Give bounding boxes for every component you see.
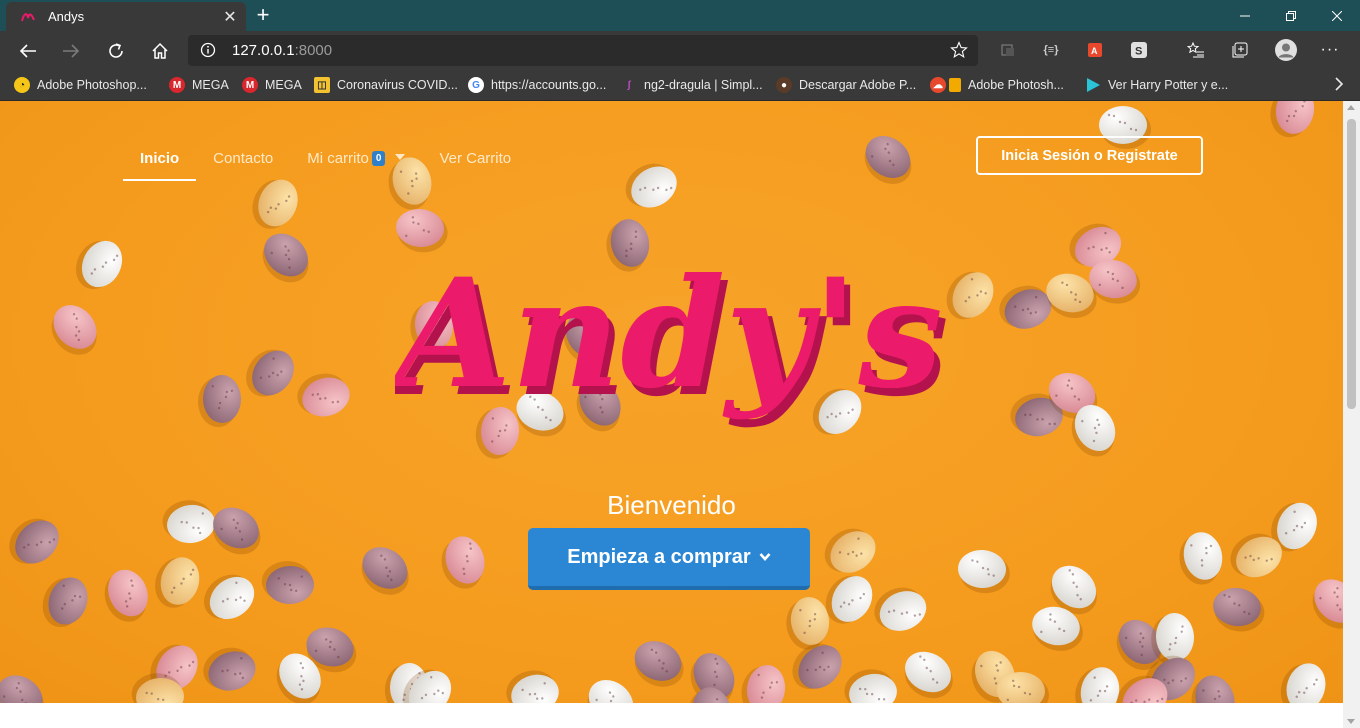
andys-logo: Andy's Andy's — [395, 246, 949, 430]
bookmark-item[interactable]: ● Descargar Adobe P... — [776, 70, 916, 100]
forward-arrow-icon — [63, 44, 80, 58]
forward-button[interactable] — [55, 35, 87, 67]
svg-text:S: S — [1135, 46, 1142, 58]
adobe-icon: ☁ — [930, 77, 946, 93]
extension-reader-icon[interactable] — [998, 40, 1018, 60]
url-host: 127.0.0.1 — [232, 42, 295, 59]
bookmark-item[interactable]: M MEGA — [169, 70, 229, 100]
close-window-button[interactable] — [1314, 0, 1360, 31]
site-info-icon[interactable] — [200, 42, 216, 58]
cart-count-badge: 0 — [371, 151, 386, 166]
start-shopping-button[interactable]: Empieza a comprar — [528, 528, 810, 590]
tab-title: Andys — [48, 9, 85, 24]
adobe-icon: ◔ — [14, 77, 30, 93]
page-viewport: Inicio Contacto Mi carrito 0 Ver Carrito … — [0, 101, 1343, 728]
page-scrollbar[interactable] — [1343, 101, 1360, 728]
bookmark-label: Adobe Photoshop... — [37, 78, 147, 92]
dropdown-caret-icon — [395, 154, 406, 160]
nav-cart-label: Mi carrito — [307, 150, 369, 167]
browser-titlebar: Andys ✕ + — [0, 0, 1360, 31]
extension-s-icon[interactable]: S — [1129, 40, 1149, 60]
nav-cart-dropdown[interactable]: Mi carrito 0 — [290, 141, 422, 181]
bookmark-item[interactable]: ◫ Coronavirus COVID... — [314, 70, 458, 100]
minimize-icon — [1240, 15, 1250, 16]
collections-icon[interactable] — [1230, 40, 1250, 60]
play-icon — [1085, 77, 1101, 93]
bookmark-label: Coronavirus COVID... — [337, 78, 458, 92]
restore-button[interactable] — [1268, 0, 1314, 31]
home-icon — [152, 42, 168, 59]
login-register-label: Inicia Sesión o Registrate — [1001, 147, 1178, 164]
bookmark-label: MEGA — [265, 78, 302, 92]
url-port: :8000 — [294, 42, 333, 59]
hero-section: Inicio Contacto Mi carrito 0 Ver Carrito … — [0, 101, 1343, 703]
svg-text:A: A — [1091, 46, 1098, 56]
back-button[interactable] — [12, 35, 44, 67]
mega-icon: M — [242, 77, 258, 93]
scrollbar-thumb[interactable] — [1347, 119, 1356, 409]
bookmark-item[interactable]: G https://accounts.go... — [468, 70, 606, 100]
logo-text: Andy's — [395, 246, 943, 422]
bookmark-label: Ver Harry Potter y e... — [1108, 78, 1229, 92]
bookmark-label: Adobe Photosh... — [968, 78, 1064, 92]
coronavirus-icon: ◫ — [314, 77, 330, 93]
nav-home-label: Inicio — [140, 150, 180, 167]
refresh-icon — [109, 43, 123, 58]
nav-view-cart[interactable]: Ver Carrito — [422, 141, 528, 181]
bookmark-item[interactable]: M MEGA — [242, 70, 302, 100]
refresh-button[interactable] — [100, 35, 132, 67]
google-icon: G — [468, 77, 484, 93]
home-button[interactable] — [144, 35, 176, 67]
address-bar[interactable]: 127.0.0.1:8000 — [188, 35, 978, 66]
start-shopping-label: Empieza a comprar — [567, 545, 751, 568]
tab-close-icon[interactable]: ✕ — [218, 5, 242, 29]
minimize-button[interactable] — [1222, 0, 1268, 31]
scroll-down-arrow-icon[interactable] — [1347, 719, 1355, 724]
extension-json-icon[interactable]: {≡} — [1041, 40, 1061, 60]
favorites-list-icon[interactable] — [1186, 40, 1206, 60]
login-register-button[interactable]: Inicia Sesión o Registrate — [976, 136, 1203, 175]
bookmark-label: MEGA — [192, 78, 229, 92]
mega-icon: M — [169, 77, 185, 93]
bookmark-label: https://accounts.go... — [491, 78, 607, 92]
site-favicon-icon — [21, 12, 35, 21]
url-text: 127.0.0.1:8000 — [232, 42, 332, 59]
close-icon — [1332, 10, 1342, 21]
browser-tab[interactable]: Andys ✕ — [6, 2, 246, 31]
nav-view-cart-label: Ver Carrito — [439, 150, 512, 167]
extension-adobe-icon[interactable]: A — [1085, 40, 1105, 60]
bookmarks-overflow-icon[interactable] — [1334, 76, 1344, 97]
dragula-icon: ʃ — [627, 79, 631, 91]
download-icon: ● — [776, 77, 792, 93]
bookmark-item[interactable]: Ver Harry Potter y e... — [1085, 70, 1228, 100]
nav-home[interactable]: Inicio — [123, 141, 197, 181]
bookmarks-bar: ◔ Adobe Photoshop... M MEGA M MEGA ◫ Cor… — [0, 70, 1360, 101]
back-arrow-icon — [19, 44, 36, 58]
browser-toolbar: 127.0.0.1:8000 {≡} A S ··· — [0, 31, 1360, 70]
new-tab-button[interactable]: + — [252, 4, 274, 26]
main-nav: Inicio Contacto Mi carrito 0 Ver Carrito — [123, 141, 528, 181]
restore-icon — [1286, 10, 1296, 21]
scroll-up-arrow-icon[interactable] — [1347, 105, 1355, 110]
nav-contact[interactable]: Contacto — [196, 141, 290, 181]
welcome-heading: Bienvenido — [607, 490, 736, 520]
profile-avatar-icon[interactable] — [1273, 37, 1299, 63]
more-menu-icon[interactable]: ··· — [1320, 40, 1340, 60]
bookmark-item[interactable]: ◔ Adobe Photoshop... — [14, 70, 147, 100]
bookmark-item[interactable]: ʃ ng2-dragula | Simpl... — [621, 70, 763, 100]
medal-icon — [949, 78, 961, 92]
bookmark-label: ng2-dragula | Simpl... — [644, 78, 763, 92]
bookmark-label: Descargar Adobe P... — [799, 78, 917, 92]
nav-contact-label: Contacto — [213, 150, 274, 167]
bookmark-item[interactable]: ☁ Adobe Photosh... — [930, 70, 1064, 100]
favorite-star-icon[interactable] — [950, 41, 968, 59]
chevron-down-icon — [759, 553, 771, 561]
